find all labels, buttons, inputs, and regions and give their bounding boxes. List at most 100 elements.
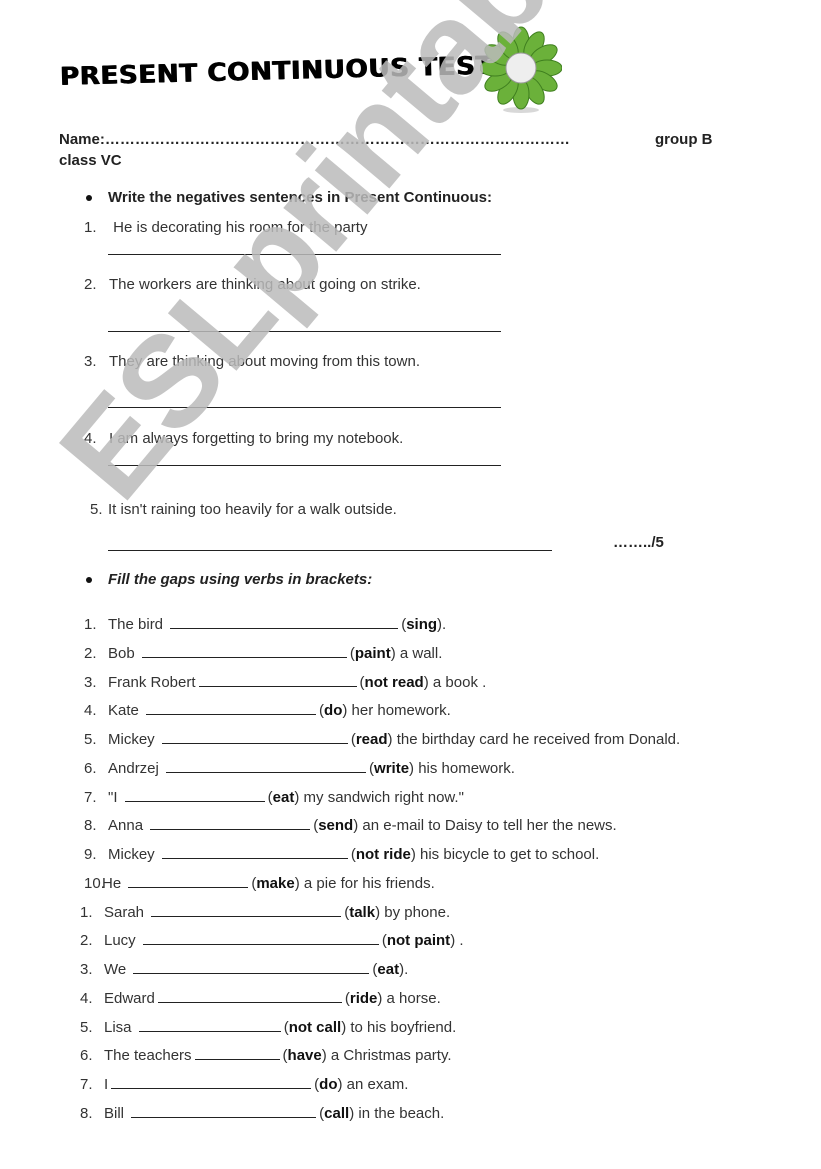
item-number: 10. (84, 875, 105, 892)
verb-hint: not paint (386, 932, 451, 949)
item-subject: The teachers (104, 1047, 192, 1064)
gap-blank[interactable] (161, 844, 348, 859)
item-subject: Mickey (108, 731, 159, 748)
gap-fill-item: 10.He (make) a pie for his friends. (84, 873, 435, 892)
item-subject: Lisa (104, 1019, 136, 1036)
gap-blank[interactable] (133, 959, 370, 974)
item-subject: Kate (108, 702, 144, 719)
list-item: 5. It isn't raining too heavily for a wal… (90, 501, 397, 518)
section1-heading: Write the negatives sentences in Present… (108, 189, 492, 206)
gap-fill-item: 6. The teachers (have) a Christmas party. (80, 1045, 452, 1064)
verb-hint: talk (349, 904, 376, 921)
item-number: 2. (80, 932, 93, 949)
list-item: 1. He is decorating his room for the par… (84, 219, 368, 236)
gap-blank[interactable] (111, 1074, 312, 1089)
gap-fill-item: 3. We (eat). (80, 959, 409, 978)
item-number: 7. (84, 789, 97, 806)
item-rest: a pie for his friends. (299, 875, 435, 892)
gap-blank[interactable] (146, 700, 317, 715)
item-number: 4. (84, 702, 97, 719)
item-subject: Sarah (104, 904, 149, 921)
item-rest: my sandwich right now." (299, 789, 464, 806)
item-subject: "I (108, 789, 122, 806)
gap-blank[interactable] (141, 643, 347, 658)
gap-fill-item: 8. Bill (call) in the beach. (80, 1103, 445, 1122)
gap-blank[interactable] (142, 930, 379, 945)
gap-fill-item: 4. Kate (do) her homework. (84, 700, 451, 719)
gap-blank[interactable] (124, 787, 265, 802)
gap-blank[interactable] (138, 1017, 281, 1032)
item-number: 6. (84, 760, 97, 777)
item-number: 2. (84, 645, 97, 662)
class-label: class VC (59, 152, 122, 169)
verb-hint: do (319, 1076, 338, 1093)
score-label: ……../5 (613, 534, 664, 551)
gap-blank[interactable] (194, 1045, 280, 1060)
list-item: 3. They are thinking about moving from th… (84, 353, 420, 370)
verb-hint: send (318, 817, 354, 834)
gap-blank[interactable] (150, 815, 311, 830)
verb-hint: sing (406, 616, 438, 633)
item-rest: her homework. (347, 702, 451, 719)
name-field[interactable]: Name:………………………………………………………………………………… (59, 131, 570, 148)
list-item: 2. The workers are thinking about going o… (84, 276, 421, 293)
list-item: 4. I am always forgetting to bring my not… (84, 430, 404, 447)
item-number: 3. (84, 674, 97, 691)
verb-hint: eat (377, 961, 400, 978)
gap-blank[interactable] (198, 672, 357, 687)
answer-line[interactable] (108, 550, 552, 551)
item-subject: I (104, 1076, 109, 1093)
flower-icon (480, 26, 562, 113)
item-number: 8. (84, 817, 97, 834)
item-rest: a horse. (382, 990, 441, 1007)
item-number: 8. (80, 1105, 93, 1122)
item-rest: a wall. (395, 645, 443, 662)
item-rest: in the beach. (354, 1105, 445, 1122)
section2-heading: Fill the gaps using verbs in brackets: (108, 571, 373, 588)
item-rest: an e-mail to Daisy to tell her the news. (358, 817, 617, 834)
gap-fill-item: 2. Bob (paint) a wall. (84, 643, 443, 662)
item-subject: Edward (104, 990, 155, 1007)
item-number: 9. (84, 846, 97, 863)
gap-fill-item: 7. "I (eat) my sandwich right now." (84, 787, 464, 806)
item-number: 7. (80, 1076, 93, 1093)
verb-hint: make (256, 875, 295, 892)
gap-blank[interactable] (161, 729, 348, 744)
item-number: 5. (84, 731, 97, 748)
item-subject: Mickey (108, 846, 159, 863)
answer-line[interactable] (108, 331, 501, 332)
gap-blank[interactable] (131, 1103, 317, 1118)
verb-hint: not ride (355, 846, 411, 863)
gap-fill-item: 1. The bird (sing). (84, 614, 447, 633)
gap-blank[interactable] (166, 758, 367, 773)
answer-line[interactable] (108, 254, 501, 255)
item-subject: Andrzej (108, 760, 164, 777)
item-subject: Lucy (104, 932, 140, 949)
item-subject: The bird (108, 616, 168, 633)
gap-fill-item: 3. Frank Robert (not read) a book . (84, 672, 487, 691)
item-rest: the birthday card he received from Donal… (392, 731, 681, 748)
gap-fill-item: 8. Anna (send) an e-mail to Daisy to tell… (84, 815, 617, 834)
item-number: 6. (80, 1047, 93, 1064)
worksheet-title: PRESENT CONTINUOUS TEST 2 (59, 49, 523, 91)
answer-line[interactable] (108, 465, 501, 466)
verb-hint: call (324, 1105, 350, 1122)
verb-hint: read (355, 731, 388, 748)
gap-blank[interactable] (151, 902, 342, 917)
gap-blank[interactable] (128, 873, 249, 888)
verb-hint: do (324, 702, 343, 719)
item-subject: He (102, 875, 126, 892)
gap-blank[interactable] (170, 614, 399, 629)
item-rest: . (404, 961, 409, 978)
bullet-icon (86, 577, 92, 583)
verb-hint: not read (364, 674, 424, 691)
gap-fill-item: 7. I (do) an exam. (80, 1074, 409, 1093)
gap-blank[interactable] (157, 988, 342, 1003)
item-rest: his homework. (414, 760, 515, 777)
gap-fill-item: 1. Sarah (talk) by phone. (80, 902, 451, 921)
item-number: 1. (80, 904, 93, 921)
answer-line[interactable] (108, 407, 501, 408)
item-rest: to his boyfriend. (346, 1019, 457, 1036)
verb-hint: write (374, 760, 410, 777)
verb-hint: eat (272, 789, 295, 806)
